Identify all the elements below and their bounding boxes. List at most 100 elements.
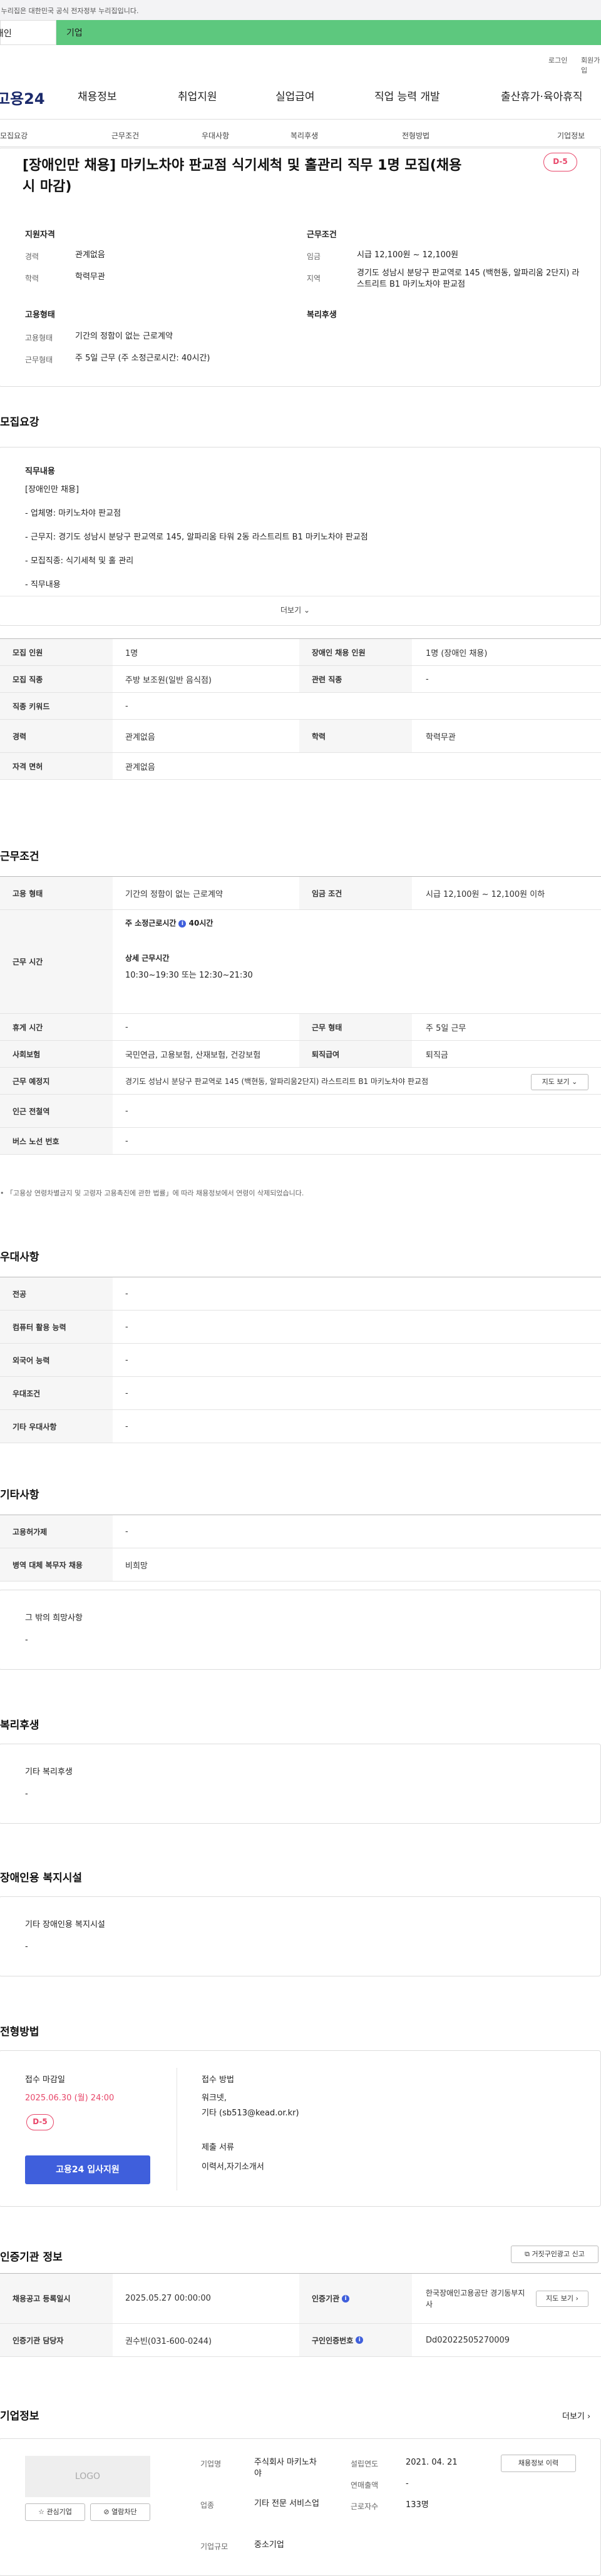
info-icon[interactable]: i [342,2294,350,2303]
recruit-section-title: 모집요강 [0,416,39,429]
company-size-label: 기업규모 [200,2542,229,2551]
process-section-title: 전형방법 [0,2026,39,2038]
duty-more-button[interactable]: 더보기 ⌄ [280,605,310,615]
table-header: 직종 키워드 [0,693,113,719]
table-row: 근무 시간 [0,910,601,1014]
company-name-value: 주식회사 마키노차야 [254,2458,317,2478]
gnb-item-jobs[interactable]: 채용정보 [78,88,117,103]
table-cell: - [125,1421,128,1431]
age-note: • 「고용상 연령차별금지 및 고령자 고용촉진에 관한 법률」에 따라 채용정… [0,1189,304,1197]
table-row: 버스 노선 번호 - [0,1128,601,1155]
table-cell: 기간의 정함이 없는 근로계약 [125,889,223,899]
detail-hours-value: 10:30~19:30 또는 12:30~21:30 [125,971,253,980]
table-row: 고용 형태 기간의 정함이 없는 근로계약 임금 조건 시급 12,100원 ~… [0,877,601,910]
region-value: 경기도 성남시 분당구 판교역로 145 (백현동, 알파리움 2단지) 라스트… [357,268,580,289]
table-row: 모집 인원 1명 장애인 채용 인원 1명 (장애인 채용) [0,639,601,666]
table-cell: Dd02022505270009 [426,2335,510,2345]
info-icon[interactable]: i [356,2336,364,2344]
weekly-hours-label: 주 소정근로시간 [125,919,177,928]
table-header: 인증기관 i [299,2274,412,2323]
subnav-welfare[interactable]: 복리후생 [290,130,318,141]
org-map-button[interactable]: 지도 보기 › [536,2291,588,2307]
gnb-item-employment-support[interactable]: 취업지원 [178,88,217,103]
subnav-process[interactable]: 전형방법 [402,130,429,141]
user-type-tabs: 개인 기업 [0,20,601,45]
method-title: 접수 방법 [202,2075,234,2085]
age-note-text: 「고용상 연령차별금지 및 고령자 고용촉진에 관한 법률」에 따라 채용정보에… [6,1189,304,1197]
table-row: 사회보험 국민연금, 고용보험, 산재보험, 건강보험 퇴직급여 퇴직금 [0,1041,601,1068]
table-header: 근무 시간 [0,910,113,1013]
welfare-title: 복리후생 [307,310,337,320]
table-row: 자격 면허 관계없음 [0,753,601,780]
map-view-button[interactable]: 지도 보기 ⌄ [531,1074,588,1090]
table-row: 인근 전철역 - [0,1095,601,1128]
table-header: 병역 대체 복무자 채용 [0,1548,113,1581]
table-header: 우대조건 [0,1377,113,1409]
table-header: 고용 형태 [0,877,113,909]
welfare-card-value: - [25,1789,28,1799]
table-header: 외국어 능력 [0,1344,113,1376]
map-view-label: 지도 보기 [542,1078,570,1086]
job-history-button[interactable]: 채용정보 이력 [501,2455,576,2472]
table-row: 병역 대체 복무자 채용 비희망 [0,1548,601,1582]
login-link[interactable]: 로그인 [548,55,567,65]
site-logo[interactable]: 고용24 [0,86,45,108]
docs-value: 이력서,자기소개서 [202,2162,264,2172]
table-header: 자격 면허 [0,753,113,779]
company-name-label: 기업명 [200,2460,222,2468]
table-cell: - [125,1526,128,1536]
report-fake-ad-button[interactable]: ⧉ 거짓구인광고 신고 [511,2246,598,2263]
table-cell: 1명 [125,648,138,658]
favorite-company-button[interactable]: ☆ 관심기업 [25,2503,85,2521]
company-size-value: 중소기업 [254,2540,284,2550]
company-more-link[interactable]: 더보기 › [562,2410,590,2421]
apply-button[interactable]: 고용24 입사지원 [25,2155,150,2184]
table-cell: 비희망 [125,1561,148,1571]
hope-title: 그 밖의 희망사항 [25,1613,83,1623]
deadline-value: 2025.06.30 (월) 24:00 [25,2093,115,2103]
report-icon: ⧉ [525,2250,530,2258]
employment-type-value: 기간의 정함이 없는 근로계약 [75,332,173,341]
gnb-item-training[interactable]: 직업 능력 개발 [374,88,440,103]
facility-card-value: - [25,1942,28,1951]
tab-company[interactable]: 기업 [56,20,601,45]
gnb-item-parental-leave[interactable]: 출산휴가·육아휴직 [501,88,583,103]
subnav-work[interactable]: 근무조건 [111,130,139,141]
tab-personal[interactable]: 개인 [0,20,56,45]
table-cell: - [125,1136,128,1146]
job-title: [장애인만 채용] 마키노차야 판교점 식기세척 및 홀관리 직무 1명 모집(… [23,158,462,195]
table-header: 경력 [0,720,113,752]
table-header: 컴퓨터 활용 능력 [0,1311,113,1343]
info-icon[interactable]: i [178,919,187,928]
table-cell: 관계없음 [125,732,155,742]
method-value: 기타 (sb513@kead.or.kr) [202,2108,299,2118]
etc-section-title: 기타사항 [0,1489,39,1501]
join-link[interactable]: 회원가입 [581,55,601,75]
career-value: 관계없음 [75,250,105,260]
career-label: 경력 [25,252,39,261]
table-header: 퇴직급여 [299,1041,412,1067]
duty-line: - 모집직종: 식기세척 및 홀 관리 [25,556,134,566]
block-view-button[interactable]: ⊘ 열람차단 [90,2503,150,2521]
pref-section-title: 우대사항 [0,1251,39,1264]
table-header: 임금 조건 [299,877,412,909]
table-row: 근무 예정지 경기도 성남시 분당구 판교역로 145 (백현동, 알파리움2단… [0,1068,601,1095]
table-row: 기타 우대사항 - [0,1410,601,1443]
subnav-recruit[interactable]: 모집요강 [0,130,28,141]
table-cell: 국민연금, 고용보험, 산재보험, 건강보험 [125,1050,261,1060]
welfare-section-title: 복리후생 [0,1719,39,1732]
table-header: 버스 노선 번호 [0,1128,113,1154]
table-cell: 시급 12,100원 ~ 12,100원 이하 [426,889,545,899]
table-cell: - [125,1022,128,1032]
table-header: 인근 전철역 [0,1095,113,1127]
table-cell: - [125,701,128,711]
method-value: 워크넷, [202,2093,227,2103]
gnb-item-unemployment[interactable]: 실업급여 [275,88,315,103]
subnav-company[interactable]: 기업정보 [557,130,585,141]
wage-value: 시급 12,100원 ~ 12,100원 [357,250,459,260]
subnav-pref[interactable]: 우대사항 [202,130,229,141]
map-label: 지도 보기 [546,2294,574,2303]
table-row: 직종 키워드 - [0,693,601,720]
hope-card [0,1590,601,1670]
table-cell: 2025.05.27 00:00:00 [125,2294,211,2303]
